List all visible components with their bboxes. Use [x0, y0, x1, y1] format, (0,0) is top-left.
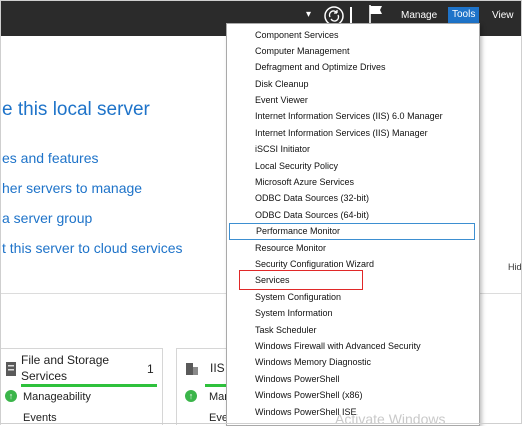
- menu-item-local-security-policy[interactable]: Local Security Policy: [229, 158, 475, 174]
- iis-icon: [185, 361, 199, 382]
- welcome-heading: e this local server: [2, 99, 150, 120]
- menu-item-system-configuration[interactable]: System Configuration: [229, 289, 475, 305]
- toolbar-separator: [350, 7, 352, 23]
- menu-item-powershell[interactable]: Windows PowerShell: [229, 371, 475, 387]
- menu-item-memory-diagnostic[interactable]: Windows Memory Diagnostic: [229, 354, 475, 370]
- tile-row-manageability[interactable]: Manageability: [23, 391, 91, 403]
- menu-manage[interactable]: Manage: [401, 10, 437, 21]
- status-bar: [21, 384, 157, 387]
- menu-item-event-viewer[interactable]: Event Viewer: [229, 92, 475, 108]
- add-other-servers-link[interactable]: her servers to manage: [2, 180, 142, 196]
- menu-item-performance-monitor[interactable]: Performance Monitor: [229, 223, 475, 240]
- server-role-icon: [5, 361, 17, 382]
- tile-title-line1: File and Storage: [21, 353, 110, 367]
- menu-item-computer-management[interactable]: Computer Management: [229, 43, 475, 59]
- tile-title-line2: Services: [21, 369, 68, 383]
- status-ok-icon: ↑: [5, 390, 17, 402]
- menu-item-task-scheduler[interactable]: Task Scheduler: [229, 322, 475, 338]
- menu-item-iis6-manager[interactable]: Internet Information Services (IIS) 6.0 …: [229, 108, 475, 124]
- menu-item-iis-manager[interactable]: Internet Information Services (IIS) Mana…: [229, 125, 475, 141]
- menu-item-component-services[interactable]: Component Services: [229, 27, 475, 43]
- create-server-group-link[interactable]: a server group: [2, 210, 92, 226]
- menu-item-defragment[interactable]: Defragment and Optimize Drives: [229, 59, 475, 75]
- menu-item-resource-monitor[interactable]: Resource Monitor: [229, 240, 475, 256]
- menu-item-iscsi-initiator[interactable]: iSCSI Initiator: [229, 141, 475, 157]
- menu-tools[interactable]: Tools: [448, 7, 480, 23]
- dropdown-caret-icon[interactable]: ▾: [306, 9, 311, 20]
- tile-title-iis: IIS: [210, 361, 225, 375]
- add-roles-link[interactable]: es and features: [2, 150, 99, 166]
- tile-count: 1: [147, 362, 154, 376]
- menu-item-windows-firewall[interactable]: Windows Firewall with Advanced Security: [229, 338, 475, 354]
- menu-item-system-information[interactable]: System Information: [229, 305, 475, 321]
- menu-item-odbc-32[interactable]: ODBC Data Sources (32-bit): [229, 190, 475, 206]
- menu-item-powershell-x86[interactable]: Windows PowerShell (x86): [229, 387, 475, 403]
- hide-link[interactable]: Hid: [508, 262, 522, 272]
- menu-item-azure-services[interactable]: Microsoft Azure Services: [229, 174, 475, 190]
- tools-dropdown-menu: Component Services Computer Management D…: [226, 23, 480, 426]
- status-ok-icon: ↑: [185, 390, 197, 402]
- menu-item-disk-cleanup[interactable]: Disk Cleanup: [229, 76, 475, 92]
- menu-item-odbc-64[interactable]: ODBC Data Sources (64-bit): [229, 207, 475, 223]
- menu-view[interactable]: View: [492, 10, 514, 21]
- connect-cloud-services-link[interactable]: t this server to cloud services: [2, 240, 183, 256]
- tile-row-events[interactable]: Events: [23, 412, 57, 424]
- menu-item-security-config-wizard[interactable]: Security Configuration Wizard: [229, 256, 475, 272]
- file-storage-tile[interactable]: File and Storage Services 1 ↑ Manageabil…: [0, 348, 163, 425]
- menu-item-services[interactable]: Services: [229, 272, 475, 288]
